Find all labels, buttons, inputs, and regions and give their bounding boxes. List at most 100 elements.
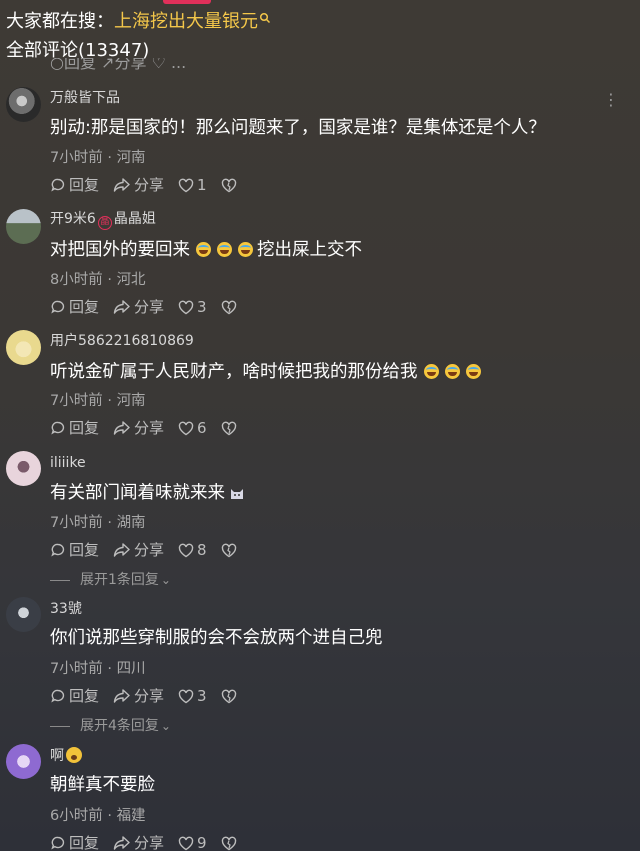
share-arrow-icon (113, 178, 130, 192)
dislike-button[interactable] (221, 836, 240, 851)
comment-text: 对把国外的要回来 挖出屎上交不 (50, 240, 362, 260)
username[interactable]: 33號 (50, 599, 82, 619)
action-bar: 回复 分享 8 (50, 540, 240, 560)
laughing-crying-emoji-icon (444, 364, 460, 379)
share-button[interactable]: 分享 (113, 175, 164, 195)
hot-search-bar[interactable]: 大家都在搜：上海挖出大量银元 (6, 8, 271, 36)
comment-text: 你们说那些穿制服的会不会放两个进自己兜 (50, 628, 383, 648)
username[interactable]: 开9米6 晶晶晶姐 (50, 209, 156, 230)
expand-replies-button[interactable]: 展开4条回复 ⌄ (50, 716, 171, 736)
comment-time: 7小时前 (50, 150, 103, 166)
reply-button[interactable]: 回复 (50, 540, 99, 560)
dislike-button[interactable] (221, 300, 240, 315)
like-count: 3 (197, 298, 207, 316)
reply-button[interactable]: 回复 (50, 297, 99, 317)
dislike-button[interactable] (221, 689, 240, 704)
comment-text: 朝鲜真不要脸 (50, 775, 155, 795)
share-button[interactable]: 分享 (113, 540, 164, 560)
chevron-down-icon: ⌄ (160, 719, 171, 733)
share-button[interactable]: 分享 (113, 418, 164, 438)
broken-heart-icon (221, 178, 236, 192)
dislike-button[interactable] (221, 543, 240, 558)
like-button[interactable]: 9 (178, 833, 207, 851)
like-count: 3 (197, 687, 207, 705)
avatar[interactable] (6, 87, 41, 122)
like-count: 6 (197, 419, 207, 437)
avatar[interactable] (6, 209, 41, 244)
avatar[interactable] (6, 597, 41, 632)
avatar[interactable] (6, 451, 41, 486)
more-dots-icon[interactable]: ⋮ (603, 90, 620, 109)
comment-location: 河南 (116, 393, 146, 409)
comment-meta: 7小时前 · 河南 (50, 150, 146, 166)
username[interactable]: 万般皆下品 (50, 88, 120, 108)
comment-text: 听说金矿属于人民财产，啥时候把我的那份给我 (50, 359, 481, 385)
comment-bubble-icon (51, 300, 65, 314)
comment-text: 别动:那是国家的！那么问题来了，国家是谁？是集体还是个人？ (50, 118, 546, 138)
share-arrow-icon (113, 836, 130, 850)
comment-time: 7小时前 (50, 515, 103, 531)
broken-heart-icon (221, 421, 236, 435)
comment-bubble-icon (51, 836, 65, 850)
laughing-crying-emoji-icon (423, 364, 439, 379)
share-arrow-icon (113, 421, 130, 435)
comment-location: 四川 (116, 661, 146, 677)
comment-bubble-icon (51, 689, 65, 703)
heart-icon (178, 543, 194, 557)
search-icon[interactable] (259, 12, 271, 24)
cut-off-action-row: ○回复 ↗分享 ♡ ... (50, 58, 187, 72)
share-button[interactable]: 分享 (113, 833, 164, 851)
share-button[interactable]: 分享 (113, 297, 164, 317)
reply-button[interactable]: 回复 (50, 686, 99, 706)
username[interactable]: iliiike (50, 453, 86, 473)
broken-heart-icon (221, 300, 236, 314)
dislike-button[interactable] (221, 178, 240, 193)
like-button[interactable]: 8 (178, 540, 207, 560)
heart-icon (178, 689, 194, 703)
heart-icon (178, 421, 194, 435)
avatar[interactable] (6, 330, 41, 365)
like-button[interactable]: 3 (178, 297, 207, 317)
comment-meta: 7小时前 · 河南 (50, 393, 146, 409)
comment-location: 湖南 (116, 515, 146, 531)
screaming-emoji-icon (66, 747, 82, 763)
laughing-crying-emoji-icon (196, 242, 211, 257)
broken-heart-icon (221, 836, 236, 850)
like-button[interactable]: 6 (178, 418, 207, 438)
share-arrow-icon (113, 689, 130, 703)
laughing-crying-emoji-icon (465, 364, 481, 379)
cat-emoji-icon (231, 489, 243, 499)
share-arrow-icon (113, 543, 130, 557)
comment-time: 6小时前 (50, 808, 103, 824)
share-button[interactable]: 分享 (113, 686, 164, 706)
chevron-down-icon: ⌄ (160, 573, 171, 587)
like-count: 8 (197, 541, 207, 559)
laughing-crying-emoji-icon (238, 242, 253, 257)
comment-bubble-icon (51, 178, 65, 192)
heart-icon (178, 300, 194, 314)
laughing-crying-emoji-icon (217, 242, 232, 257)
comment-location: 河北 (116, 272, 146, 288)
avatar[interactable] (6, 744, 41, 779)
action-bar: 回复 分享 3 (50, 297, 240, 317)
reply-button[interactable]: 回复 (50, 175, 99, 195)
comment-meta: 8小时前 · 河北 (50, 272, 146, 288)
fan-badge: 晶 (97, 216, 112, 230)
hot-search-label: 大家都在搜： (6, 11, 114, 32)
like-count: 1 (197, 176, 207, 194)
action-bar: 回复 分享 1 (50, 175, 240, 195)
like-button[interactable]: 3 (178, 686, 207, 706)
reply-button[interactable]: 回复 (50, 833, 99, 851)
username[interactable]: 啊 (50, 746, 82, 766)
username[interactable]: 用户5862216810869 (50, 331, 194, 351)
action-bar: 回复 分享 9 (50, 833, 240, 851)
comment-bubble-icon (51, 421, 65, 435)
broken-heart-icon (221, 543, 236, 557)
reply-button[interactable]: 回复 (50, 418, 99, 438)
comment-time: 8小时前 (50, 272, 103, 288)
hot-search-link[interactable]: 上海挖出大量银元 (114, 11, 258, 32)
broken-heart-icon (221, 689, 236, 703)
expand-replies-button[interactable]: 展开1条回复 ⌄ (50, 570, 171, 590)
dislike-button[interactable] (221, 421, 240, 436)
like-button[interactable]: 1 (178, 175, 207, 195)
